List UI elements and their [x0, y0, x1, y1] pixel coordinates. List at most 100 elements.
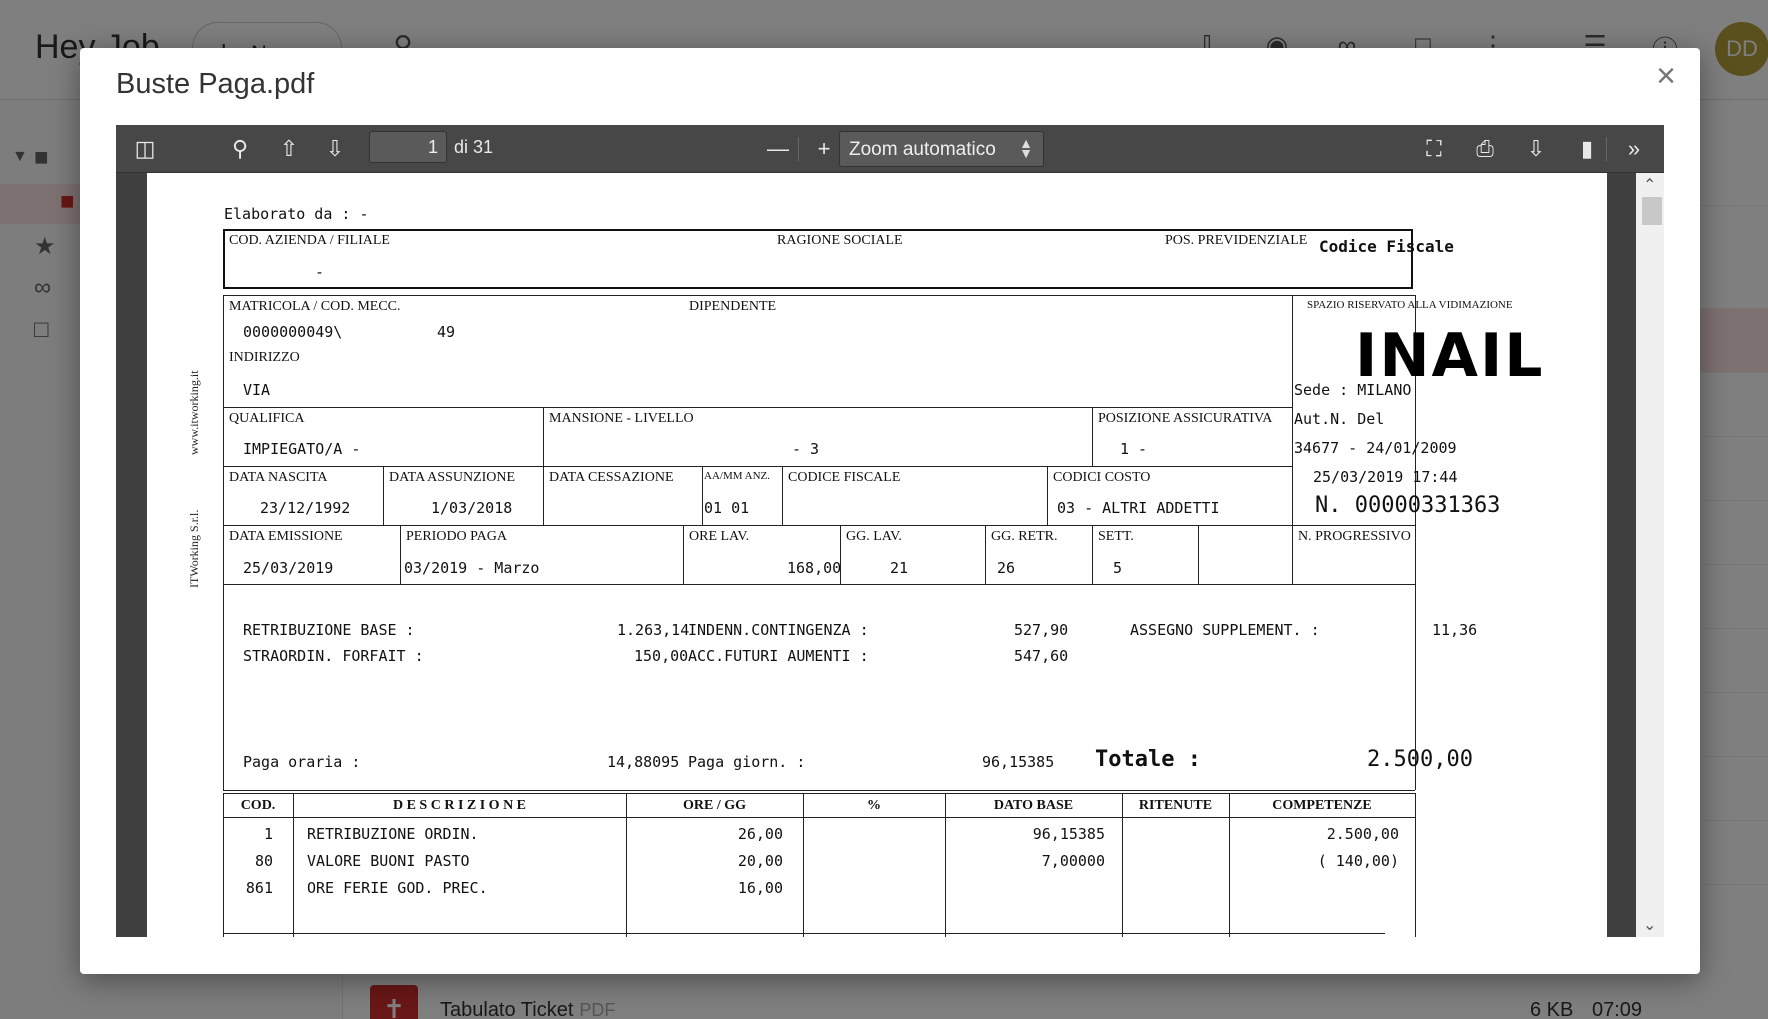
- label-n-progressivo: N. PROGRESSIVO: [1298, 529, 1411, 544]
- tools-menu-icon[interactable]: »: [1619, 134, 1649, 164]
- side-company: ITWorking S.r.l.: [187, 509, 201, 588]
- grid-line: [223, 793, 1415, 794]
- table-cell-ore: 16,00: [737, 879, 783, 897]
- element-label: ASSEGNO SUPPLEMENT. :: [1130, 621, 1320, 639]
- totale-label: Totale :: [1095, 747, 1201, 772]
- element-label: INDENN.CONTINGENZA :: [688, 621, 869, 639]
- table-cell-dato: 7,00000: [1041, 852, 1105, 870]
- label-data-emissione: DATA EMISSIONE: [229, 529, 343, 544]
- grid-line: [1092, 407, 1093, 466]
- page-number-input[interactable]: [369, 131, 447, 163]
- table-cell-ore: 26,00: [737, 825, 783, 843]
- print-icon[interactable]: ⎙: [1470, 134, 1500, 164]
- label-ore-lav: ORE LAV.: [689, 529, 750, 544]
- value-matricola: 0000000049\: [243, 323, 343, 341]
- zoom-in-icon[interactable]: +: [809, 134, 839, 164]
- scroll-down-icon[interactable]: ⌄: [1643, 915, 1656, 935]
- value-cod-azienda: -: [315, 263, 325, 281]
- value-mansione: - 3: [792, 440, 820, 458]
- grid-line: [1122, 793, 1123, 937]
- toolbar-divider: [1606, 137, 1607, 161]
- table-cell-desc: VALORE BUONI PASTO: [307, 852, 470, 870]
- table-cell-cod: 861: [245, 879, 273, 897]
- label-data-assunzione: DATA ASSUNZIONE: [389, 470, 516, 485]
- table-header: RITENUTE: [1138, 798, 1213, 813]
- element-label: RETRIBUZIONE BASE :: [243, 621, 415, 639]
- value-ore-lav: 168,00: [787, 559, 842, 577]
- element-value: 11,36: [1432, 621, 1478, 639]
- label-qualifica: QUALIFICA: [229, 411, 305, 426]
- label-posizione-assicurativa: POSIZIONE ASSICURATIVA: [1098, 411, 1273, 426]
- grid-line: [223, 817, 1415, 818]
- label-data-nascita: DATA NASCITA: [229, 470, 328, 485]
- zoom-out-icon[interactable]: —: [763, 134, 793, 164]
- next-page-icon[interactable]: ⇩: [320, 134, 350, 164]
- grid-line: [223, 584, 1415, 585]
- value-data-nascita: 23/12/1992: [260, 499, 351, 517]
- label-cod-azienda: COD. AZIENDA / FILIALE: [229, 233, 390, 248]
- label-codice-fiscale-top: Codice Fiscale: [1319, 237, 1454, 256]
- element-label: ACC.FUTURI AUMENTI :: [688, 647, 869, 665]
- grid-line: [223, 407, 1292, 408]
- bookmark-icon[interactable]: ▮: [1572, 134, 1602, 164]
- element-value: 1.263,14: [617, 621, 690, 639]
- table-header: %: [867, 798, 881, 813]
- label-aa-mm-anz: AA/MM ANZ.: [704, 470, 771, 482]
- inail-timestamp: 25/03/2019 17:44: [1313, 468, 1458, 486]
- grid-line: [985, 525, 986, 584]
- value-gg-lav: 21: [890, 559, 909, 577]
- scrollbar-thumb[interactable]: [1642, 197, 1662, 225]
- zoom-select[interactable]: Zoom automatico ▲ ▼: [839, 131, 1044, 167]
- table-header: COMPETENZE: [1272, 798, 1372, 813]
- vertical-scrollbar[interactable]: ⌃ ⌄: [1636, 173, 1664, 937]
- table-header: COD.: [240, 798, 276, 813]
- label-spazio-riservato: SPAZIO RISERVATO ALLA VIDIMAZIONE: [1307, 299, 1513, 311]
- label-codice-fiscale: CODICE FISCALE: [788, 470, 901, 485]
- select-arrows-icon: ▲ ▼: [1019, 135, 1033, 161]
- label-matricola: MATRICOLA / COD. MECC.: [229, 299, 401, 314]
- grid-line: [543, 407, 544, 466]
- label-ragione-sociale: RAGIONE SOCIALE: [777, 233, 903, 248]
- grid-line: [1047, 466, 1048, 525]
- paga-oraria-label: Paga oraria :: [243, 753, 361, 771]
- element-label: STRAORDIN. FORFAIT :: [243, 647, 424, 665]
- presentation-mode-icon[interactable]: ⛶: [1419, 134, 1449, 164]
- label-pos-previdenziale: POS. PREVIDENZIALE: [1165, 233, 1308, 248]
- value-aa-mm-anz: 01 01: [704, 499, 750, 517]
- grid-line: [803, 793, 804, 937]
- value-posizione-assicurativa: 1 -: [1120, 440, 1148, 458]
- table-header: D E S C R I Z I O N E: [392, 798, 527, 813]
- close-icon[interactable]: ×: [1648, 58, 1684, 94]
- table-header: ORE / GG: [682, 798, 746, 813]
- modal-title: Buste Paga.pdf: [116, 68, 315, 100]
- table-header: DATO BASE: [993, 798, 1074, 813]
- find-icon[interactable]: ⚲: [225, 134, 255, 164]
- table-cell-cod: 80: [254, 852, 273, 870]
- label-gg-retr: GG. RETR.: [991, 529, 1058, 544]
- inail-numero: N. 00000331363: [1315, 493, 1501, 518]
- zoom-select-value: Zoom automatico: [849, 139, 996, 160]
- sidebar-toggle-icon[interactable]: ◫: [130, 134, 160, 164]
- label-periodo-paga: PERIODO PAGA: [406, 529, 508, 544]
- label-sett: SETT.: [1098, 529, 1134, 544]
- value-periodo-paga: 03/2019 - Marzo: [404, 559, 540, 577]
- grid-line: [223, 295, 224, 584]
- paga-oraria-value: 14,88095: [607, 753, 680, 771]
- label-dipendente: DIPENDENTE: [689, 299, 777, 314]
- table-cell-ore: 20,00: [737, 852, 783, 870]
- download-icon[interactable]: ⇩: [1521, 134, 1551, 164]
- grid-line: [223, 295, 1415, 296]
- grid-line: [223, 790, 1415, 791]
- inail-aut: Aut.N. Del: [1294, 410, 1385, 428]
- value-gg-retr: 26: [997, 559, 1016, 577]
- grid-line: [782, 466, 783, 525]
- totale-value: 2.500,00: [1367, 747, 1473, 772]
- grid-line: [543, 466, 544, 525]
- scroll-up-icon[interactable]: ⌃: [1643, 175, 1656, 195]
- grid-line: [1292, 525, 1293, 584]
- value-qualifica: IMPIEGATO/A -: [243, 440, 361, 458]
- label-indirizzo: INDIRIZZO: [229, 350, 300, 365]
- previous-page-icon[interactable]: ⇧: [274, 134, 304, 164]
- paga-giorn-label: Paga giorn. :: [688, 753, 806, 771]
- label-codici-costo: CODICI COSTO: [1053, 470, 1151, 485]
